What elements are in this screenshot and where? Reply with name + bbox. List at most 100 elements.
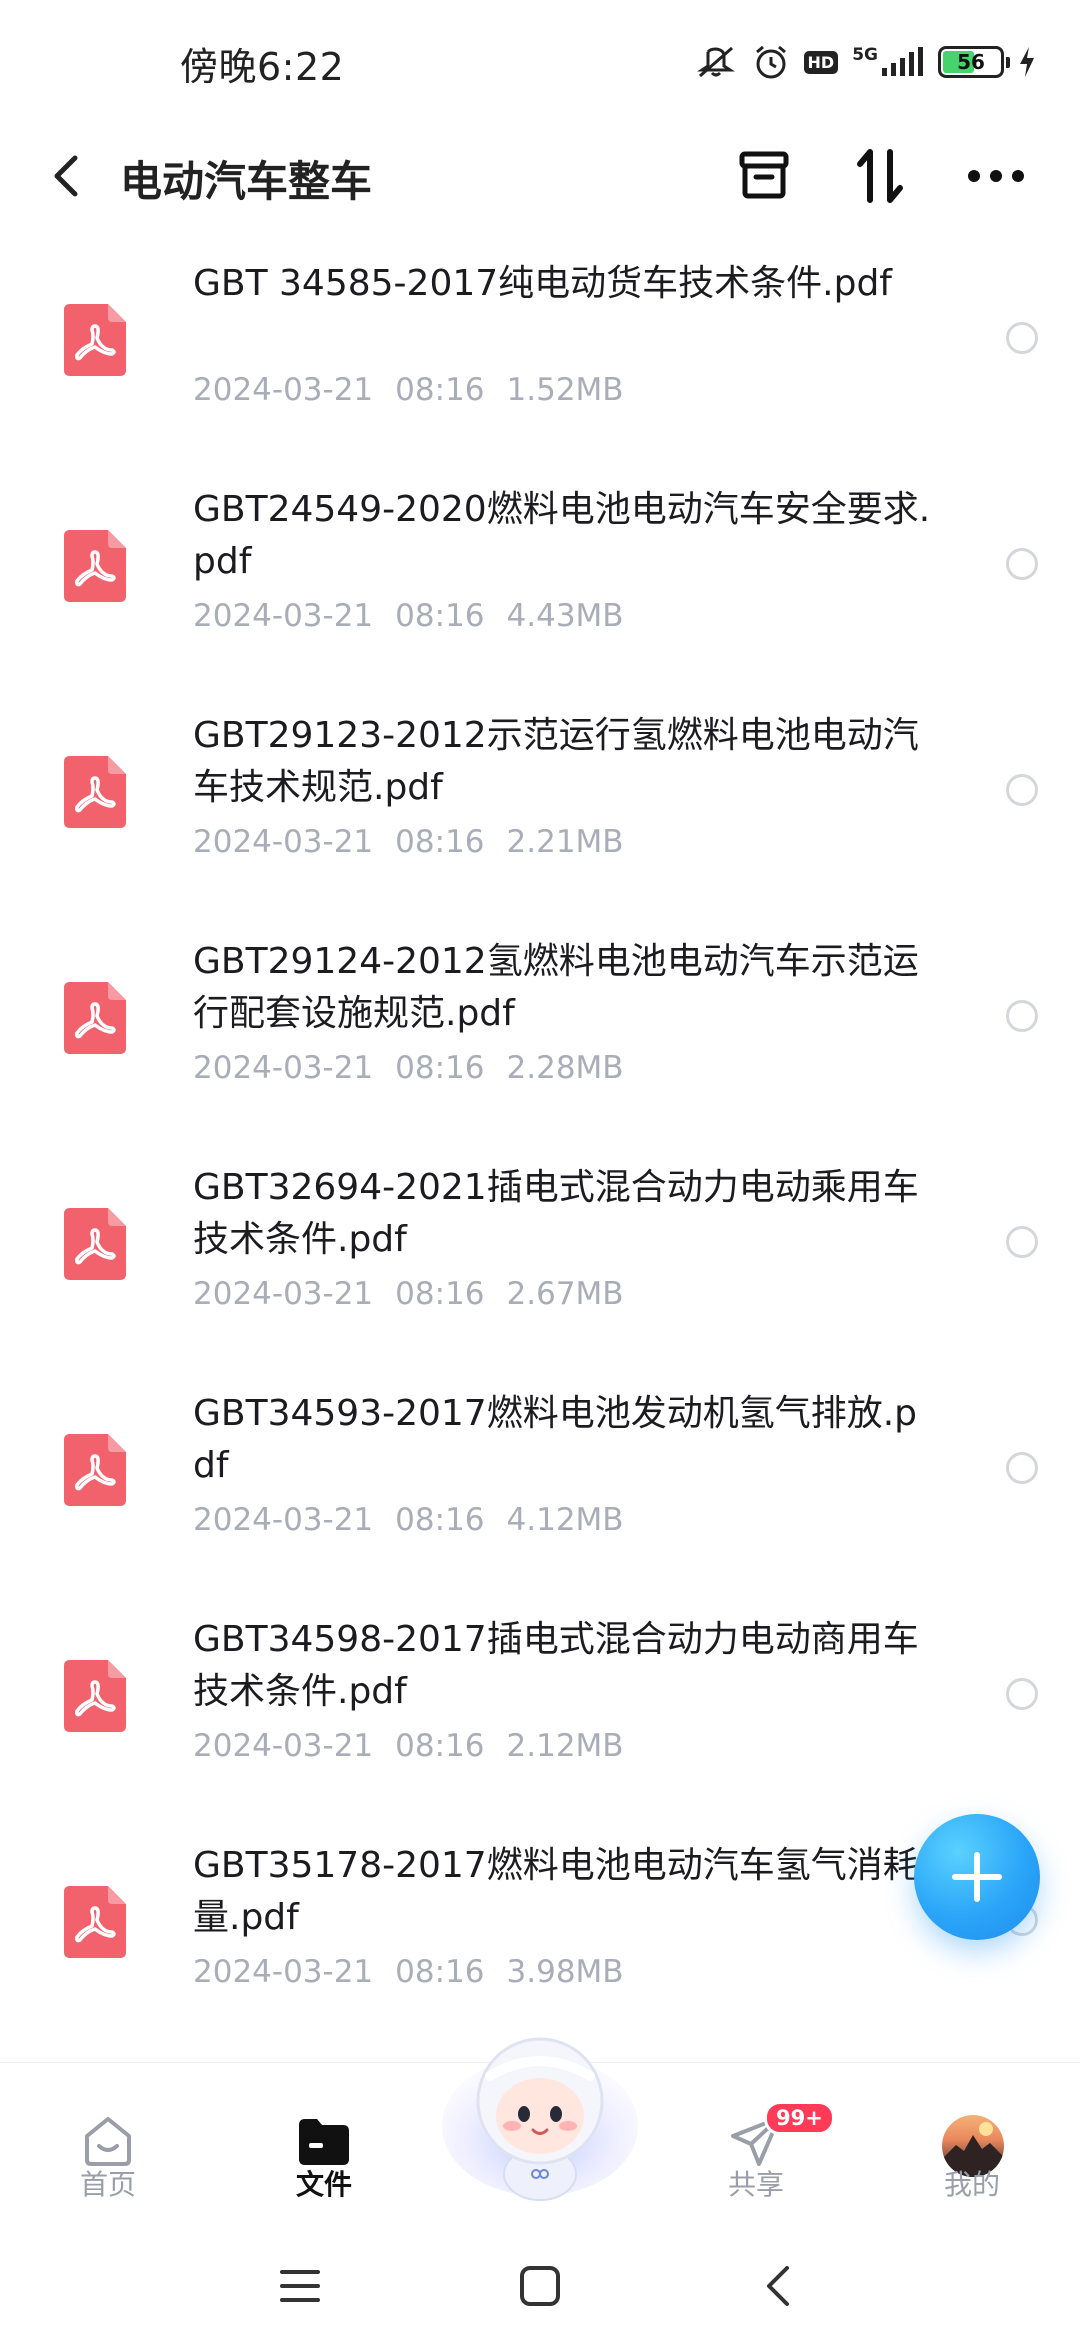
file-date: 2024-03-21 — [193, 598, 374, 634]
file-row[interactable]: GBT32694-2021插电式混合动力电动乘用车技术条件.pdf 2024-03… — [0, 1144, 1080, 1370]
file-name: GBT34593-2017燃料电池发动机氢气排放.pdf — [193, 1393, 918, 1486]
file-date: 2024-03-21 — [193, 824, 374, 860]
back-triangle-icon — [767, 2266, 789, 2306]
pdf-file-icon — [64, 1434, 126, 1506]
hd-icon: HD — [803, 50, 839, 74]
alarm-icon — [752, 43, 790, 81]
assistant-mascot[interactable] — [440, 2006, 640, 2206]
file-size: 2.21MB — [506, 824, 624, 860]
file-time: 08:16 — [395, 1502, 485, 1538]
file-time: 08:16 — [395, 824, 485, 860]
file-meta: 2024-03-21 08:16 4.43MB — [193, 598, 624, 634]
select-radio[interactable] — [1006, 1000, 1038, 1032]
file-meta: 2024-03-21 08:16 3.98MB — [193, 1954, 624, 1990]
nav-mine[interactable]: 我的 — [902, 2063, 1042, 2233]
file-date: 2024-03-21 — [193, 1276, 374, 1312]
file-time: 08:16 — [395, 1728, 485, 1764]
page-title: 电动汽车整车 — [120, 157, 373, 206]
file-date: 2024-03-21 — [193, 1954, 374, 1990]
file-time: 08:16 — [395, 1050, 485, 1086]
nav-files[interactable]: 文件 — [254, 2063, 394, 2233]
nav-home[interactable]: 首页 — [38, 2063, 178, 2233]
nav-files-label: 文件 — [295, 2168, 352, 2201]
network-type: 5G — [852, 45, 878, 65]
select-radio[interactable] — [1006, 1452, 1038, 1484]
select-radio[interactable] — [1006, 548, 1038, 580]
battery-level: 56 — [957, 50, 985, 74]
select-radio[interactable] — [1006, 774, 1038, 806]
system-nav-bar — [0, 2232, 1080, 2340]
file-date: 2024-03-21 — [193, 1502, 374, 1538]
file-size: 2.67MB — [506, 1276, 624, 1312]
file-time: 08:16 — [395, 598, 485, 634]
file-name: GBT32694-2021插电式混合动力电动乘用车技术条件.pdf — [193, 1167, 919, 1260]
pdf-file-icon — [64, 1886, 126, 1958]
file-name: GBT34598-2017插电式混合动力电动商用车技术条件.pdf — [193, 1619, 919, 1712]
file-size: 2.28MB — [506, 1050, 624, 1086]
file-name: GBT 34585-2017纯电动货车技术条件.pdf — [193, 263, 892, 304]
status-bar: 傍晚6:22 HD 5G 56 — [0, 0, 1080, 126]
pdf-file-icon — [64, 982, 126, 1054]
share-badge: 99+ — [764, 2101, 835, 2135]
file-row[interactable]: GBT34598-2017插电式混合动力电动商用车技术条件.pdf 2024-03… — [0, 1596, 1080, 1822]
file-name: GBT35178-2017燃料电池电动汽车氢气消耗量.pdf — [193, 1845, 919, 1938]
back-nav-button[interactable] — [746, 2254, 810, 2318]
menu-icon — [280, 2270, 320, 2302]
file-row[interactable]: GBT24549-2020燃料电池电动汽车安全要求.pdf 2024-03-21 0… — [0, 466, 1080, 692]
file-size: 3.98MB — [506, 1954, 624, 1990]
file-name: GBT24549-2020燃料电池电动汽车安全要求.pdf — [193, 489, 931, 582]
file-date: 2024-03-21 — [193, 372, 374, 408]
archive-button[interactable] — [726, 138, 802, 214]
home-icon — [78, 2111, 138, 2171]
nav-home-label: 首页 — [79, 2168, 136, 2201]
pdf-file-icon — [64, 1660, 126, 1732]
add-button[interactable] — [914, 1814, 1040, 1940]
file-meta: 2024-03-21 08:16 2.12MB — [193, 1728, 624, 1764]
file-list: GBT 34585-2017纯电动货车技术条件.pdf 2024-03-21 08:… — [0, 240, 1080, 2048]
file-size: 2.12MB — [506, 1728, 624, 1764]
pdf-file-icon — [64, 530, 126, 602]
file-date: 2024-03-21 — [193, 1050, 374, 1086]
mute-vibrate-icon — [694, 44, 738, 80]
nav-share-label: 共享 — [727, 2168, 784, 2201]
sort-icon — [857, 149, 903, 203]
select-radio[interactable] — [1006, 322, 1038, 354]
recent-apps-button[interactable] — [268, 2254, 332, 2318]
chevron-left-icon — [54, 155, 78, 197]
charging-icon — [1018, 46, 1036, 78]
pdf-file-icon — [64, 1208, 126, 1280]
pdf-file-icon — [64, 304, 126, 376]
app-header: 电动汽车整车 — [0, 118, 1080, 238]
file-size: 4.43MB — [506, 598, 624, 634]
home-nav-button[interactable] — [508, 2254, 572, 2318]
file-row[interactable]: GBT 34585-2017纯电动货车技术条件.pdf 2024-03-21 08:… — [0, 240, 1080, 466]
file-row[interactable]: GBT29124-2012氢燃料电池电动汽车示范运行配套设施规范.pdf 2024… — [0, 918, 1080, 1144]
file-row[interactable]: GBT34593-2017燃料电池发动机氢气排放.pdf 2024-03-21 08… — [0, 1370, 1080, 1596]
select-radio[interactable] — [1006, 1678, 1038, 1710]
file-size: 1.52MB — [506, 372, 624, 408]
nav-share[interactable]: 99+ 共享 — [686, 2063, 835, 2233]
back-button[interactable] — [36, 140, 96, 212]
file-row[interactable]: GBT29123-2012示范运行氢燃料电池电动汽车技术规范.pdf 2024-0… — [0, 692, 1080, 918]
pdf-file-icon — [64, 756, 126, 828]
file-size: 4.12MB — [506, 1502, 624, 1538]
file-meta: 2024-03-21 08:16 1.52MB — [193, 372, 624, 408]
battery-icon: 56 — [938, 46, 1010, 78]
square-icon — [520, 2266, 560, 2306]
file-name: GBT29123-2012示范运行氢燃料电池电动汽车技术规范.pdf — [193, 715, 919, 808]
status-icons: HD 5G 56 — [694, 38, 1036, 86]
file-date: 2024-03-21 — [193, 1728, 374, 1764]
file-name: GBT29124-2012氢燃料电池电动汽车示范运行配套设施规范.pdf — [193, 941, 919, 1034]
more-button[interactable] — [958, 138, 1034, 214]
mascot-icon — [442, 2037, 638, 2201]
signal-icon — [880, 46, 924, 78]
plus-icon — [952, 1852, 1002, 1902]
sort-button[interactable] — [842, 138, 918, 214]
file-time: 08:16 — [395, 372, 485, 408]
select-radio[interactable] — [1006, 1226, 1038, 1258]
file-meta: 2024-03-21 08:16 2.67MB — [193, 1276, 624, 1312]
folder-icon — [294, 2111, 354, 2171]
more-icon — [968, 170, 1024, 182]
file-meta: 2024-03-21 08:16 2.21MB — [193, 824, 624, 860]
nav-mine-label: 我的 — [943, 2168, 1000, 2201]
